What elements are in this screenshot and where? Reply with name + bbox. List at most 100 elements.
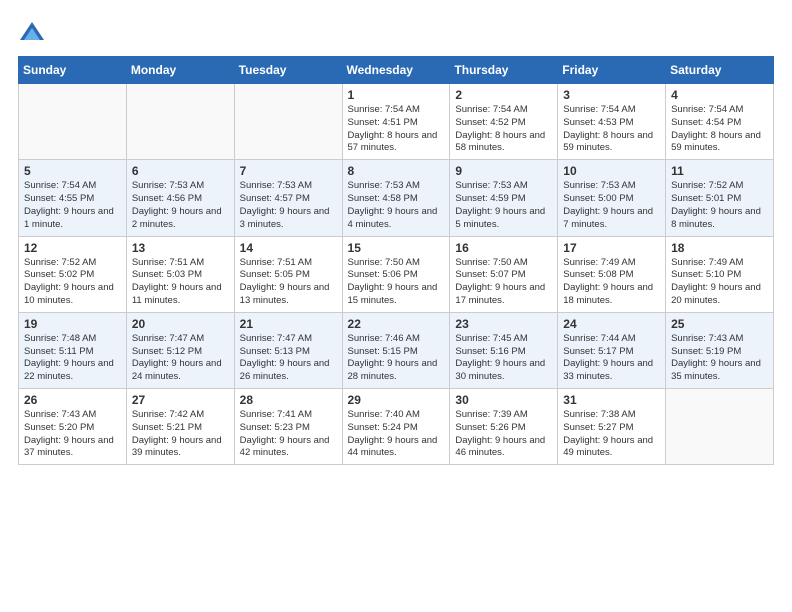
day-info: Sunrise: 7:49 AM Sunset: 5:08 PM Dayligh… — [563, 257, 660, 308]
day-cell-17: 17 Sunrise: 7:49 AM Sunset: 5:08 PM Dayli… — [558, 236, 666, 312]
day-cell-2: 2 Sunrise: 7:54 AM Sunset: 4:52 PM Daylig… — [450, 84, 558, 160]
day-number: 27 — [132, 393, 229, 407]
day-number: 16 — [455, 241, 552, 255]
col-header-thursday: Thursday — [450, 57, 558, 84]
day-cell-28: 28Sunrise: 7:41 AM Sunset: 5:23 PM Dayli… — [234, 389, 342, 465]
day-info: Sunrise: 7:53 AM Sunset: 4:56 PM Dayligh… — [132, 180, 229, 231]
day-info: Sunrise: 7:50 AM Sunset: 5:07 PM Dayligh… — [455, 257, 552, 308]
day-number: 21 — [240, 317, 337, 331]
col-header-tuesday: Tuesday — [234, 57, 342, 84]
day-number: 23 — [455, 317, 552, 331]
day-number: 20 — [132, 317, 229, 331]
day-number: 12 — [24, 241, 121, 255]
day-cell-19: 19Sunrise: 7:48 AM Sunset: 5:11 PM Dayli… — [19, 312, 127, 388]
day-number: 15 — [348, 241, 445, 255]
week-row-3: 12 Sunrise: 7:52 AM Sunset: 5:02 PM Dayli… — [19, 236, 774, 312]
day-info: Sunrise: 7:46 AM Sunset: 5:15 PM Dayligh… — [348, 333, 445, 384]
day-info: Sunrise: 7:52 AM Sunset: 5:02 PM Dayligh… — [24, 257, 121, 308]
header-row: SundayMondayTuesdayWednesdayThursdayFrid… — [19, 57, 774, 84]
day-info: Sunrise: 7:51 AM Sunset: 5:03 PM Dayligh… — [132, 257, 229, 308]
day-number: 4 — [671, 88, 768, 102]
day-cell-5: 5Sunrise: 7:54 AM Sunset: 4:55 PM Daylig… — [19, 160, 127, 236]
week-row-5: 26 Sunrise: 7:43 AM Sunset: 5:20 PM Dayli… — [19, 389, 774, 465]
week-row-4: 19Sunrise: 7:48 AM Sunset: 5:11 PM Dayli… — [19, 312, 774, 388]
col-header-sunday: Sunday — [19, 57, 127, 84]
day-cell-18: 18 Sunrise: 7:49 AM Sunset: 5:10 PM Dayli… — [666, 236, 774, 312]
day-cell-14: 14 Sunrise: 7:51 AM Sunset: 5:05 PM Dayli… — [234, 236, 342, 312]
week-row-1: 1 Sunrise: 7:54 AM Sunset: 4:51 PM Daylig… — [19, 84, 774, 160]
day-number: 19 — [24, 317, 121, 331]
page: SundayMondayTuesdayWednesdayThursdayFrid… — [0, 0, 792, 612]
day-cell-15: 15 Sunrise: 7:50 AM Sunset: 5:06 PM Dayli… — [342, 236, 450, 312]
day-number: 22 — [348, 317, 445, 331]
day-number: 8 — [348, 164, 445, 178]
day-info: Sunrise: 7:40 AM Sunset: 5:24 PM Dayligh… — [348, 409, 445, 460]
day-cell-31: 31Sunrise: 7:38 AM Sunset: 5:27 PM Dayli… — [558, 389, 666, 465]
empty-cell — [126, 84, 234, 160]
empty-cell — [666, 389, 774, 465]
day-number: 17 — [563, 241, 660, 255]
day-number: 18 — [671, 241, 768, 255]
day-number: 9 — [455, 164, 552, 178]
day-cell-13: 13 Sunrise: 7:51 AM Sunset: 5:03 PM Dayli… — [126, 236, 234, 312]
day-number: 26 — [24, 393, 121, 407]
day-cell-9: 9Sunrise: 7:53 AM Sunset: 4:59 PM Daylig… — [450, 160, 558, 236]
day-cell-27: 27Sunrise: 7:42 AM Sunset: 5:21 PM Dayli… — [126, 389, 234, 465]
day-info: Sunrise: 7:54 AM Sunset: 4:52 PM Dayligh… — [455, 104, 552, 155]
day-cell-21: 21 Sunrise: 7:47 AM Sunset: 5:13 PM Dayli… — [234, 312, 342, 388]
day-cell-12: 12 Sunrise: 7:52 AM Sunset: 5:02 PM Dayli… — [19, 236, 127, 312]
day-cell-22: 22 Sunrise: 7:46 AM Sunset: 5:15 PM Dayli… — [342, 312, 450, 388]
col-header-wednesday: Wednesday — [342, 57, 450, 84]
day-info: Sunrise: 7:43 AM Sunset: 5:19 PM Dayligh… — [671, 333, 768, 384]
day-info: Sunrise: 7:38 AM Sunset: 5:27 PM Dayligh… — [563, 409, 660, 460]
day-info: Sunrise: 7:51 AM Sunset: 5:05 PM Dayligh… — [240, 257, 337, 308]
day-cell-7: 7 Sunrise: 7:53 AM Sunset: 4:57 PM Daylig… — [234, 160, 342, 236]
day-cell-29: 29 Sunrise: 7:40 AM Sunset: 5:24 PM Dayli… — [342, 389, 450, 465]
day-info: Sunrise: 7:49 AM Sunset: 5:10 PM Dayligh… — [671, 257, 768, 308]
day-number: 14 — [240, 241, 337, 255]
header — [18, 18, 774, 46]
day-info: Sunrise: 7:54 AM Sunset: 4:54 PM Dayligh… — [671, 104, 768, 155]
day-number: 7 — [240, 164, 337, 178]
day-cell-4: 4 Sunrise: 7:54 AM Sunset: 4:54 PM Daylig… — [666, 84, 774, 160]
day-number: 2 — [455, 88, 552, 102]
day-info: Sunrise: 7:39 AM Sunset: 5:26 PM Dayligh… — [455, 409, 552, 460]
day-info: Sunrise: 7:53 AM Sunset: 4:57 PM Dayligh… — [240, 180, 337, 231]
day-number: 24 — [563, 317, 660, 331]
day-info: Sunrise: 7:52 AM Sunset: 5:01 PM Dayligh… — [671, 180, 768, 231]
day-info: Sunrise: 7:53 AM Sunset: 5:00 PM Dayligh… — [563, 180, 660, 231]
day-cell-30: 30 Sunrise: 7:39 AM Sunset: 5:26 PM Dayli… — [450, 389, 558, 465]
day-number: 29 — [348, 393, 445, 407]
day-cell-26: 26 Sunrise: 7:43 AM Sunset: 5:20 PM Dayli… — [19, 389, 127, 465]
empty-cell — [234, 84, 342, 160]
day-cell-20: 20 Sunrise: 7:47 AM Sunset: 5:12 PM Dayli… — [126, 312, 234, 388]
day-info: Sunrise: 7:44 AM Sunset: 5:17 PM Dayligh… — [563, 333, 660, 384]
day-info: Sunrise: 7:47 AM Sunset: 5:13 PM Dayligh… — [240, 333, 337, 384]
logo-icon — [18, 18, 46, 46]
week-row-2: 5Sunrise: 7:54 AM Sunset: 4:55 PM Daylig… — [19, 160, 774, 236]
logo — [18, 18, 50, 46]
day-number: 6 — [132, 164, 229, 178]
col-header-saturday: Saturday — [666, 57, 774, 84]
day-cell-3: 3 Sunrise: 7:54 AM Sunset: 4:53 PM Daylig… — [558, 84, 666, 160]
day-info: Sunrise: 7:54 AM Sunset: 4:53 PM Dayligh… — [563, 104, 660, 155]
day-info: Sunrise: 7:50 AM Sunset: 5:06 PM Dayligh… — [348, 257, 445, 308]
day-number: 1 — [348, 88, 445, 102]
day-cell-10: 10Sunrise: 7:53 AM Sunset: 5:00 PM Dayli… — [558, 160, 666, 236]
day-info: Sunrise: 7:41 AM Sunset: 5:23 PM Dayligh… — [240, 409, 337, 460]
day-number: 25 — [671, 317, 768, 331]
day-number: 3 — [563, 88, 660, 102]
calendar: SundayMondayTuesdayWednesdayThursdayFrid… — [18, 56, 774, 465]
day-number: 13 — [132, 241, 229, 255]
day-cell-24: 24 Sunrise: 7:44 AM Sunset: 5:17 PM Dayli… — [558, 312, 666, 388]
col-header-friday: Friday — [558, 57, 666, 84]
day-number: 30 — [455, 393, 552, 407]
day-cell-16: 16 Sunrise: 7:50 AM Sunset: 5:07 PM Dayli… — [450, 236, 558, 312]
day-info: Sunrise: 7:47 AM Sunset: 5:12 PM Dayligh… — [132, 333, 229, 384]
day-number: 11 — [671, 164, 768, 178]
day-info: Sunrise: 7:43 AM Sunset: 5:20 PM Dayligh… — [24, 409, 121, 460]
day-cell-23: 23Sunrise: 7:45 AM Sunset: 5:16 PM Dayli… — [450, 312, 558, 388]
day-info: Sunrise: 7:54 AM Sunset: 4:51 PM Dayligh… — [348, 104, 445, 155]
empty-cell — [19, 84, 127, 160]
col-header-monday: Monday — [126, 57, 234, 84]
